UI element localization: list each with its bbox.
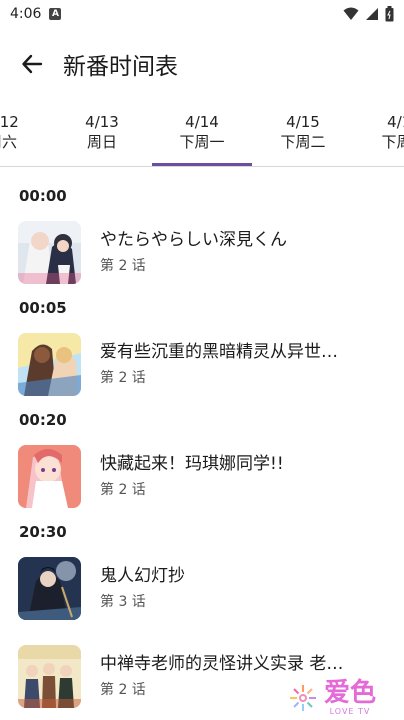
tab-weekday: 周日 xyxy=(86,133,117,151)
status-icons xyxy=(343,6,394,22)
cover-image xyxy=(18,332,81,396)
signal-icon xyxy=(366,8,378,20)
watermark-text: 爱色 xyxy=(323,678,376,708)
cover-image xyxy=(18,644,81,708)
page-title: 新番时间表 xyxy=(63,54,178,80)
back-button[interactable] xyxy=(18,50,46,78)
tab-date: 4/12 xyxy=(0,113,19,131)
anime-title: 鬼人幻灯抄 xyxy=(100,566,185,586)
anime-entry[interactable]: 快藏起来！玛琪娜同学!! 第 2 话 xyxy=(0,431,404,521)
watermark-logo: 爱色 LOVE TV xyxy=(286,679,376,716)
anime-title: やたらやらしい深見くん xyxy=(100,230,287,250)
tab-indicator xyxy=(152,163,252,166)
status-bar: 4:06 A xyxy=(0,0,404,28)
anime-entry[interactable]: 鬼人幻灯抄 第 3 话 xyxy=(0,543,404,633)
tab-date: 4/14 xyxy=(185,113,219,131)
time-header: 00:00 xyxy=(19,187,67,205)
anime-title: 中禅寺老师的灵怪讲义实录 老… xyxy=(100,654,344,674)
tab-4-14[interactable]: 4/14 下周一 xyxy=(152,100,252,166)
flower-logo-icon xyxy=(289,684,316,711)
anime-title: 快藏起来！玛琪娜同学!! xyxy=(100,454,284,474)
tab-weekday: 下周一 xyxy=(179,133,225,151)
episode-label: 第 2 话 xyxy=(100,482,146,498)
tab-weekday: 下周三 xyxy=(381,133,404,151)
episode-label: 第 2 话 xyxy=(100,258,146,274)
app-bar: 新番时间表 xyxy=(0,28,404,100)
anime-entry[interactable]: やたらやらしい深見くん 第 2 话 xyxy=(0,207,404,297)
time-header: 20:30 xyxy=(19,523,67,541)
tab-4-16[interactable]: 4/16 下周三 xyxy=(354,100,404,166)
anime-title: 爱有些沉重的黑暗精灵从异世… xyxy=(100,342,338,362)
episode-label: 第 3 话 xyxy=(100,594,146,610)
tab-weekday: 下周二 xyxy=(280,133,326,151)
watermark-subtext: LOVE TV xyxy=(329,707,371,716)
tab-4-12[interactable]: 4/12 周六 xyxy=(0,100,52,166)
tab-date: 4/13 xyxy=(85,113,119,131)
tab-4-15[interactable]: 4/15 下周二 xyxy=(253,100,353,166)
cover-image xyxy=(18,220,81,284)
date-tabs[interactable]: 4/12 周六 4/13 周日 4/14 下周一 4/15 下周二 4/16 下… xyxy=(0,100,404,166)
battery-icon xyxy=(385,6,394,22)
episode-label: 第 2 话 xyxy=(100,370,146,386)
arrow-left-icon xyxy=(22,54,43,74)
anime-entry[interactable]: 爱有些沉重的黑暗精灵从异世… 第 2 话 xyxy=(0,319,404,409)
status-time: 4:06 xyxy=(10,6,42,22)
cover-image xyxy=(18,444,81,508)
tab-date: 4/16 xyxy=(387,113,404,131)
notification-icon: A xyxy=(49,8,62,20)
tab-date: 4/15 xyxy=(286,113,320,131)
tab-4-13[interactable]: 4/13 周日 xyxy=(52,100,152,166)
schedule-list[interactable]: 00:00 やたらやらしい深見くん 第 2 话 00:05 爱有些沉重的黑暗精灵… xyxy=(0,167,404,720)
cover-image xyxy=(18,556,81,620)
time-header: 00:20 xyxy=(19,411,67,429)
wifi-icon xyxy=(343,7,359,20)
time-header: 00:05 xyxy=(19,299,67,317)
tab-weekday: 周六 xyxy=(0,133,17,151)
